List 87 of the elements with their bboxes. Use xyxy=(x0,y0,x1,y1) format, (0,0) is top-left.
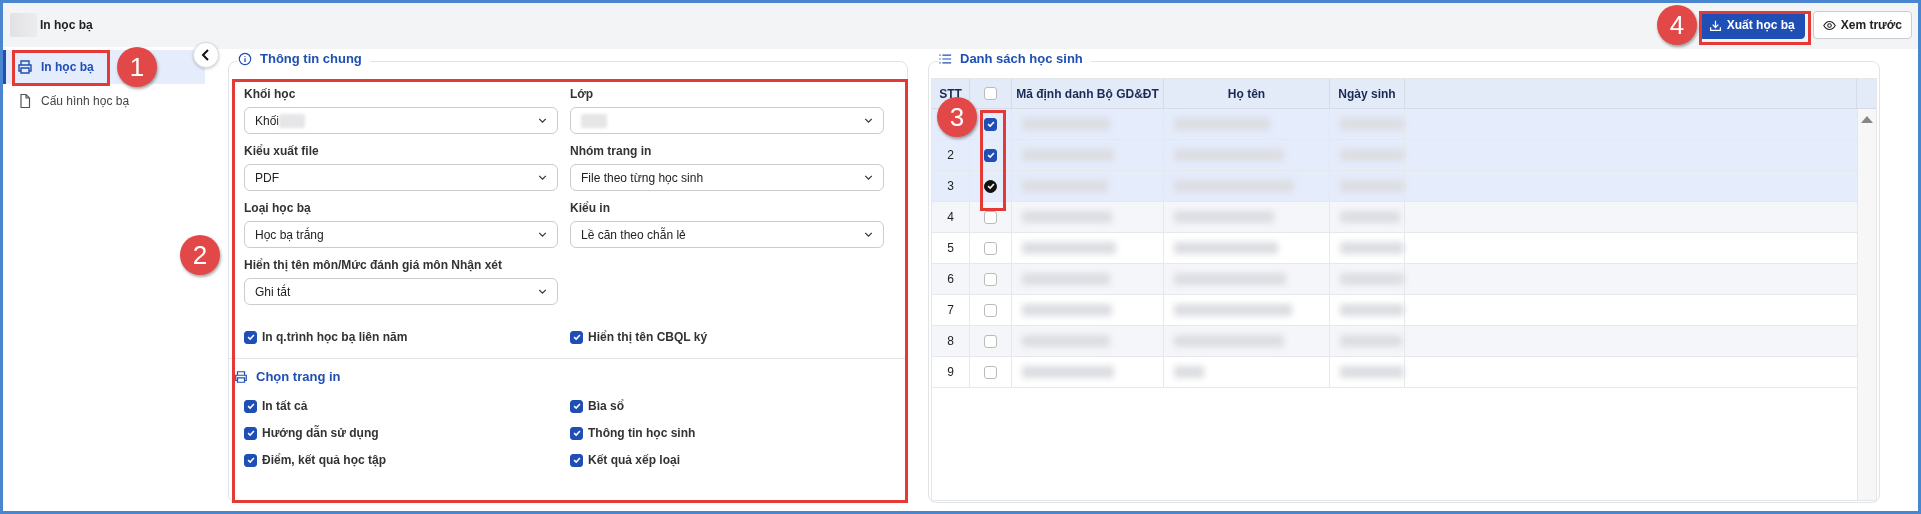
sidebar-item[interactable]: Cấu hình học bạ xyxy=(3,84,205,118)
table-row[interactable]: 5 xyxy=(932,233,1857,264)
checkbox-label: Bìa sổ xyxy=(588,399,624,413)
table-row[interactable] xyxy=(932,109,1857,140)
dropdown-value: PDF xyxy=(255,170,279,185)
field-label: Khối học xyxy=(244,87,297,101)
list-icon xyxy=(938,51,952,66)
section-title: Thông tin chung xyxy=(260,51,362,66)
table-row[interactable]: 8 xyxy=(932,326,1857,357)
table-row[interactable]: 6 xyxy=(932,264,1857,295)
dropdown[interactable]: File theo từng học sinh xyxy=(570,164,884,191)
section-title: Danh sách học sinh xyxy=(960,51,1083,66)
checkbox-label: Thông tin học sinh xyxy=(588,426,696,440)
checkbox[interactable] xyxy=(570,330,583,344)
checkbox-label: In q.trình học bạ liên năm xyxy=(262,330,408,344)
step-badge: 4 xyxy=(1657,5,1697,45)
row-number: 4 xyxy=(947,210,954,224)
column-header: Họ tên xyxy=(1164,79,1330,108)
row-number: 3 xyxy=(947,179,954,193)
printer-icon xyxy=(17,59,33,75)
checkbox[interactable] xyxy=(984,117,997,131)
row-number: 9 xyxy=(947,365,954,379)
checkbox[interactable] xyxy=(570,453,583,467)
dropdown-value: Lề căn theo chẵn lẻ xyxy=(581,227,686,242)
column-header: Ngày sinh xyxy=(1330,79,1405,108)
preview-button[interactable]: Xem trước xyxy=(1812,11,1912,39)
row-number: 5 xyxy=(947,241,954,255)
info-icon xyxy=(238,51,252,66)
checkbox[interactable] xyxy=(984,148,997,162)
table-row[interactable]: 2 xyxy=(932,140,1857,171)
dropdown[interactable]: Khối xyxy=(244,107,558,134)
field-label: Kiểu xuất file xyxy=(244,144,320,158)
checkbox[interactable] xyxy=(984,365,997,379)
field-label: Lớp xyxy=(570,87,595,101)
field-label: Loại học bạ xyxy=(244,201,312,215)
table-row[interactable]: 7 xyxy=(932,295,1857,326)
printer-icon xyxy=(234,369,248,384)
section-title: Chọn trang in xyxy=(256,369,341,384)
table-row[interactable]: 9 xyxy=(932,357,1857,388)
checkbox[interactable] xyxy=(984,179,997,193)
dropdown-value: Ghi tắt xyxy=(255,284,291,299)
row-number: 2 xyxy=(947,148,954,162)
dropdown[interactable]: Học bạ trắng xyxy=(244,221,558,248)
dropdown[interactable]: Lề căn theo chẵn lẻ xyxy=(570,221,884,248)
checkbox[interactable] xyxy=(570,426,583,440)
eye-icon xyxy=(1822,18,1836,32)
row-number: 8 xyxy=(947,334,954,348)
dropdown[interactable]: Ghi tắt xyxy=(244,278,558,305)
table-row[interactable]: 3 xyxy=(932,171,1857,202)
collapse-button[interactable] xyxy=(193,42,219,68)
dropdown-value: Khối xyxy=(255,113,280,128)
page-title: In học bạ xyxy=(40,18,93,32)
field-label: Kiểu in xyxy=(570,201,611,215)
chevron-left-icon xyxy=(201,49,211,61)
checkbox-label: Kết quả xếp loại xyxy=(588,453,681,467)
redacted-text xyxy=(1340,242,1404,254)
checkbox[interactable] xyxy=(244,453,257,467)
redacted-text xyxy=(1174,366,1204,378)
table-row[interactable]: 4 xyxy=(932,202,1857,233)
download-icon xyxy=(1708,18,1722,32)
checkbox[interactable] xyxy=(244,399,257,413)
redacted-text xyxy=(279,113,306,128)
dropdown-value: Học bạ trắng xyxy=(255,227,324,242)
dropdown-value: File theo từng học sinh xyxy=(581,170,704,185)
checkbox-label: Hiển thị tên CBQL ký xyxy=(588,330,708,344)
redacted-text xyxy=(1340,304,1404,316)
field-label: Hiển thị tên môn/Mức đánh giá môn Nhận xét xyxy=(244,258,504,272)
scroll-up-arrow[interactable] xyxy=(1861,116,1873,123)
checkbox-label: Hướng dẫn sử dụng xyxy=(262,426,379,440)
field-label: Nhóm trang in xyxy=(570,144,653,158)
checkbox[interactable] xyxy=(984,272,997,286)
redacted-text xyxy=(581,113,607,128)
checkbox[interactable] xyxy=(984,87,997,100)
redacted-text xyxy=(1340,366,1404,378)
checkbox[interactable] xyxy=(244,330,257,344)
checkbox-label: In tất cả xyxy=(262,399,308,413)
checkbox[interactable] xyxy=(984,241,997,255)
row-number: 6 xyxy=(947,272,954,286)
checkbox[interactable] xyxy=(244,426,257,440)
dropdown[interactable]: PDF xyxy=(244,164,558,191)
checkbox[interactable] xyxy=(984,334,997,348)
column-header: Mã định danh Bộ GD&ĐT xyxy=(1012,79,1164,108)
checkbox-label: Điểm, kết quả học tập xyxy=(262,453,387,467)
checkbox[interactable] xyxy=(570,399,583,413)
document-icon xyxy=(17,93,33,109)
row-number: 7 xyxy=(947,303,954,317)
checkbox[interactable] xyxy=(984,303,997,317)
